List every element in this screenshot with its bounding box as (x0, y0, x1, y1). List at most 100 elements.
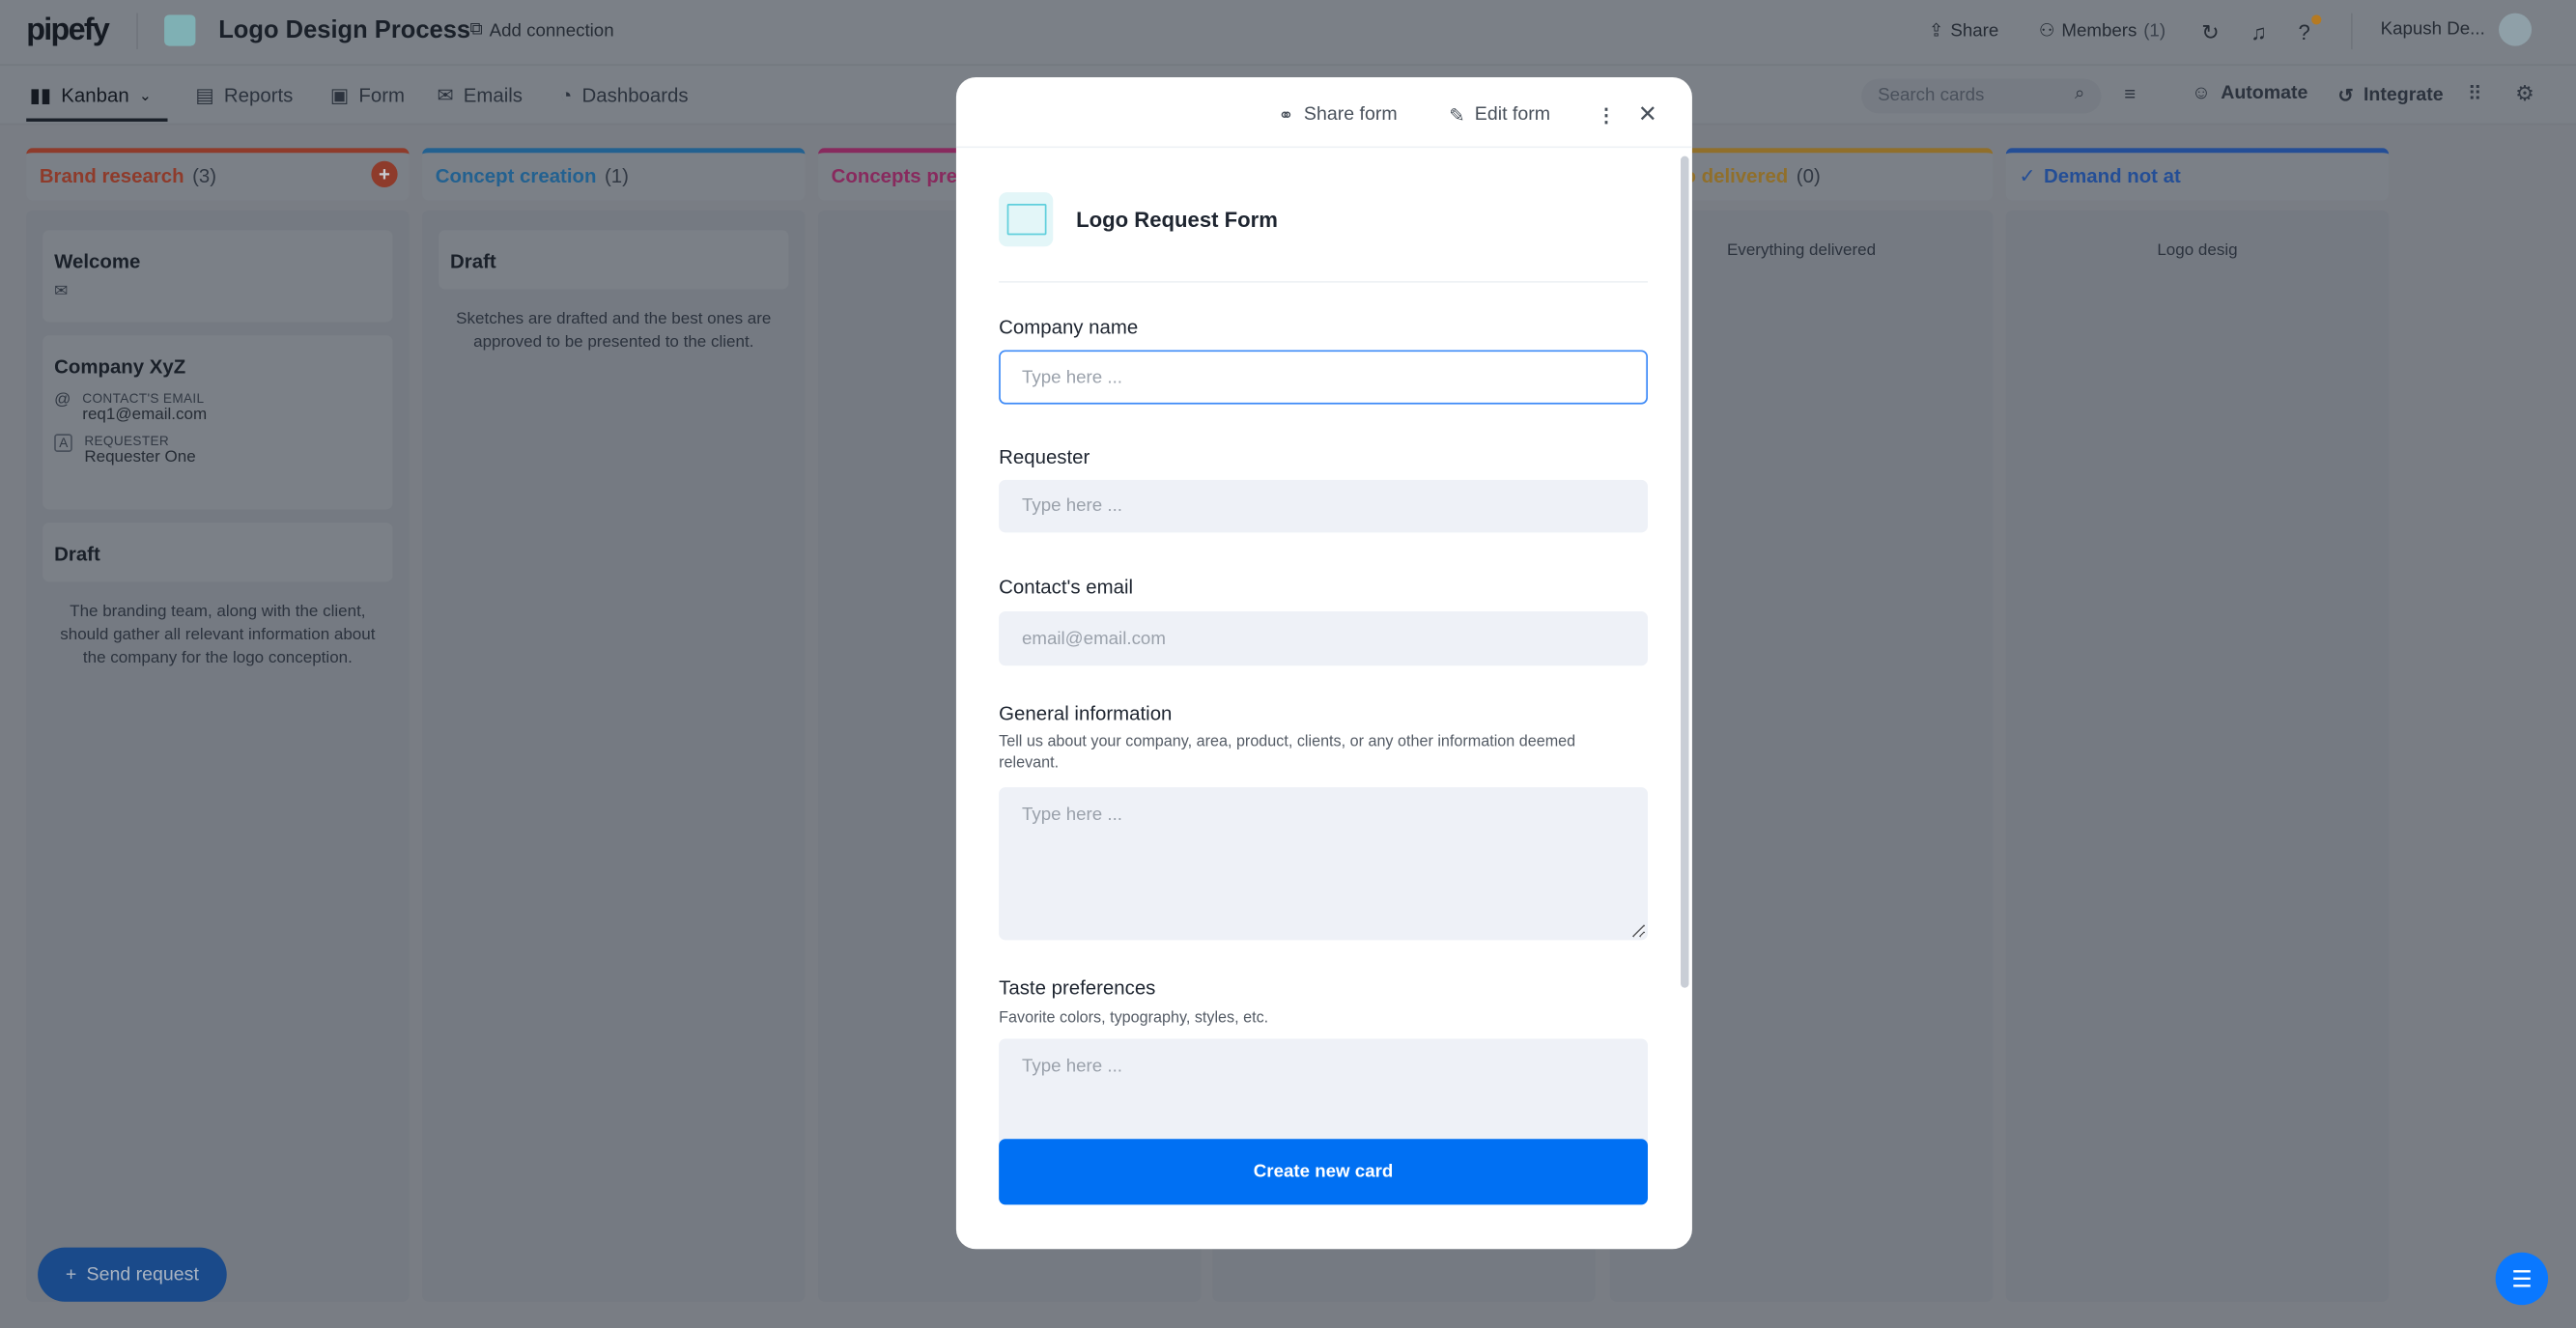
filter-icon[interactable]: ≡ (2124, 82, 2136, 105)
company-name-label: Company name (999, 315, 1139, 339)
integrate-button[interactable]: ↺ Integrate (2337, 84, 2443, 107)
column-body: Logo desig (2005, 210, 2390, 1302)
tab-form[interactable]: ▣ Form (330, 84, 405, 107)
assignee-icon: A (54, 434, 73, 452)
add-connection-button[interactable]: ⧉ Add connection (469, 19, 613, 41)
general-information-textarea[interactable] (999, 787, 1649, 941)
tab-kanban[interactable]: ▮▮ Kanban ⌄ (30, 84, 152, 107)
contact-email-input[interactable] (999, 611, 1649, 666)
plus-icon: + (65, 1264, 77, 1285)
requester-input[interactable] (999, 479, 1649, 533)
taste-preferences-label: Taste preferences (999, 975, 1156, 1000)
plug-icon: ↺ (2337, 87, 2354, 107)
share-button[interactable]: ⇪ Share (1929, 19, 1998, 41)
members-count: (1) (2143, 20, 2166, 41)
bell-icon[interactable]: ♫ (2250, 19, 2267, 44)
field-value: req1@email.com (82, 406, 208, 425)
share-label: Share (1950, 20, 1999, 41)
modal-header: ⚭ Share form ✎ Edit form ⋮ ✕ (955, 77, 1692, 149)
pencil-icon: ✎ (1449, 106, 1465, 127)
edit-form-button[interactable]: ✎ Edit form (1449, 103, 1550, 127)
send-request-label: Send request (86, 1264, 199, 1285)
card-title: Welcome (54, 249, 141, 273)
column-count: (1) (604, 164, 629, 187)
help-icon[interactable]: ? (2299, 14, 2322, 44)
divider (999, 280, 1649, 283)
form-title: Logo Request Form (1076, 207, 1278, 232)
send-request-button[interactable]: + Send request (38, 1247, 227, 1302)
user-name[interactable]: Kapush De... (2381, 19, 2485, 39)
active-tab-indicator (26, 118, 168, 122)
card-welcome[interactable]: Welcome ✉ (42, 230, 393, 323)
connection-icon: ⧉ (469, 19, 483, 40)
tab-dashboards[interactable]: ◔ Dashboards (560, 84, 689, 107)
column-description: The branding team, along with the client… (60, 603, 376, 667)
pipefy-logo[interactable]: pipefy (26, 14, 110, 49)
add-card-button[interactable]: + (371, 160, 398, 187)
close-icon[interactable]: ✕ (1638, 100, 1657, 128)
avatar[interactable] (2499, 13, 2533, 46)
kanban-icon: ▮▮ (29, 83, 52, 107)
card-draft[interactable]: Draft (439, 230, 789, 290)
tab-label: Kanban (61, 83, 129, 107)
share-icon: ⇪ (1928, 21, 1944, 42)
link-icon: ⚭ (1278, 106, 1294, 127)
chevron-down-icon: ⌄ (138, 86, 152, 103)
automate-label: Automate (2221, 83, 2308, 104)
apps-grid-icon[interactable]: ⠿ (2468, 82, 2482, 105)
column-header[interactable]: ✓ Demand not at (2005, 148, 2390, 201)
column-description: Logo desig (2157, 241, 2238, 260)
card-title: Company XyZ (54, 354, 186, 379)
divider (2350, 13, 2353, 50)
create-new-card-button[interactable]: Create new card (999, 1139, 1649, 1205)
list-view-button[interactable]: ☰ (2495, 1252, 2549, 1306)
general-information-label: General information (999, 701, 1173, 725)
mail-icon: ✉ (54, 282, 69, 301)
top-bar: pipefy Logo Design Process ⧉ Add connecti… (0, 0, 2576, 67)
table-icon: ▤ (195, 83, 214, 107)
taste-preferences-help: Favorite colors, typography, styles, etc… (999, 1008, 1269, 1028)
company-name-input[interactable] (999, 350, 1649, 405)
field-label: REQUESTER (84, 434, 170, 449)
column-name: Concept creation (435, 164, 597, 187)
tab-reports[interactable]: ▤ Reports (195, 84, 293, 107)
settings-gear-icon[interactable]: ⚙ (2515, 80, 2534, 106)
members-label: Members (2061, 20, 2137, 41)
modal-scrollbar[interactable] (1681, 155, 1689, 988)
history-icon[interactable]: ↻ (2201, 19, 2220, 45)
automate-button[interactable]: ☺ Automate (2192, 84, 2307, 103)
more-options-icon[interactable]: ⋮ (1597, 103, 1616, 127)
tab-label: Reports (223, 83, 294, 107)
column-count: (3) (192, 164, 217, 187)
tab-emails[interactable]: ✉ Emails (437, 84, 523, 107)
robot-icon: ☺ (2192, 83, 2211, 104)
members-icon: ⚇ (2038, 21, 2055, 42)
card-title: Draft (54, 542, 100, 566)
pipe-title[interactable]: Logo Design Process (218, 16, 470, 44)
search-cards-input[interactable]: Search cards ⌕ (1861, 78, 2102, 114)
card-company-xyz[interactable]: Company XyZ @ CONTACT'S EMAIL req1@email.c… (42, 335, 393, 510)
list-icon: ☰ (2511, 1264, 2533, 1291)
requester-label: Requester (999, 445, 1090, 468)
column-header[interactable]: Concept creation (1) (422, 148, 806, 201)
tab-label: Form (358, 83, 406, 107)
check-icon: ✓ (2019, 164, 2036, 187)
column-name: Concepts pre (831, 164, 958, 187)
chart-icon: ◔ (560, 83, 573, 107)
share-form-button[interactable]: ⚭ Share form (1278, 103, 1397, 127)
search-icon: ⌕ (2074, 83, 2085, 104)
card-draft[interactable]: Draft (42, 523, 393, 582)
mail-icon: ✉ (437, 83, 454, 107)
tab-label: Emails (463, 83, 524, 107)
form-modal: ⚭ Share form ✎ Edit form ⋮ ✕ Logo Request … (955, 76, 1692, 1250)
members-button[interactable]: ⚇ Members (1) (2039, 19, 2166, 41)
form-icon (999, 192, 1054, 247)
column-header[interactable]: Brand research (3) + (26, 148, 410, 201)
column-description: Sketches are drafted and the best ones a… (456, 310, 772, 353)
add-connection-label: Add connection (489, 20, 614, 41)
edit-form-label: Edit form (1474, 104, 1551, 126)
column-name: Demand not at (2044, 164, 2181, 187)
card-title: Draft (450, 249, 496, 273)
field-label: CONTACT'S EMAIL (82, 391, 205, 407)
column-count: (0) (1796, 164, 1821, 187)
